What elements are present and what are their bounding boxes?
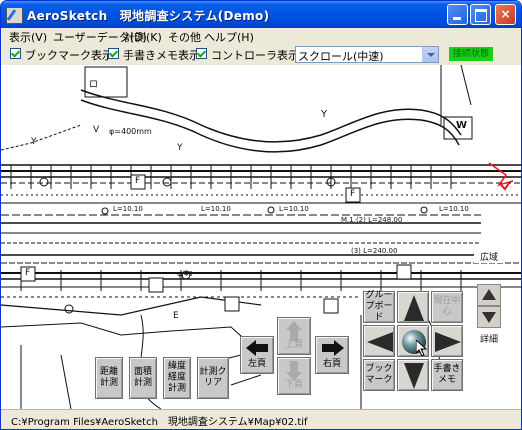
measure-clear-label: 計測クリア <box>199 367 227 388</box>
map-label-e: E <box>173 311 179 321</box>
group-board-button[interactable]: グループボード <box>363 291 395 323</box>
zoom-in-button[interactable] <box>477 284 501 306</box>
map-label-f2: F <box>350 189 356 199</box>
measure-area-button[interactable]: 面積計測 <box>129 357 157 399</box>
map-label-y3: Y <box>177 143 183 153</box>
title-bar[interactable]: AeroSketch 現地調査システム(Demo) × <box>1 1 521 28</box>
controller-show-label: コントローラ表示 <box>211 49 299 62</box>
scroll-speed-value: スクロール(中速) <box>298 50 384 63</box>
map-label-box: ロ <box>89 80 99 90</box>
minimize-button[interactable] <box>447 4 468 25</box>
right-page-label: 右頁 <box>322 359 341 369</box>
measure-distance-button[interactable]: 距離計測 <box>95 357 123 399</box>
up-arrow-icon <box>286 321 302 341</box>
app-pen-icon <box>6 7 23 24</box>
app-window: AeroSketch 現地調査システム(Demo) × 表示(V) ユーザーデー… <box>0 0 522 430</box>
handwritten-memo-button[interactable]: 手書きメモ <box>431 359 463 391</box>
memo-show-label: 手書きメモ表示 <box>123 49 200 62</box>
group-board-label: グループボード <box>365 290 393 323</box>
map-view[interactable]: ロ φ=400mm Y Y Y W V F F F E L=10.10 L=10… <box>1 65 521 409</box>
right-triangle-icon <box>435 332 461 352</box>
down-page-button[interactable]: 下頁 <box>277 357 311 395</box>
controller-show-checkbox[interactable] <box>196 48 207 59</box>
zoom-detail-label: 詳細 <box>474 332 504 345</box>
up-page-button[interactable]: 上頁 <box>277 317 311 355</box>
zoom-out-button[interactable] <box>477 306 501 328</box>
map-label-dim3: L=10.10 <box>279 205 309 213</box>
minimize-icon <box>453 17 461 20</box>
mouse-cursor-icon <box>416 340 428 356</box>
left-arrow-icon <box>246 340 268 356</box>
map-label-v: V <box>93 125 100 135</box>
map-label-w: W <box>456 120 468 131</box>
close-icon: × <box>500 7 511 21</box>
measure-latlon-label: 緯度経度計測 <box>167 361 186 394</box>
measure-area-label: 面積計測 <box>133 367 152 388</box>
pan-right-button[interactable] <box>431 325 463 357</box>
bookmark-show-label: ブックマーク表示 <box>25 49 113 62</box>
bookmark-button[interactable]: ブックマーク <box>363 359 395 391</box>
right-page-button[interactable]: 右頁 <box>315 336 349 374</box>
menu-bar: 表示(V) ユーザーデータ(D) 計測(K) その他 ヘルプ(H) <box>1 28 521 45</box>
memo-show-checkbox[interactable] <box>108 48 119 59</box>
status-file-path: C:¥Program Files¥AeroSketch 現地調査システム¥Map… <box>11 417 308 428</box>
measure-distance-label: 距離計測 <box>99 367 118 388</box>
scroll-speed-select[interactable]: スクロール(中速) <box>295 46 439 63</box>
map-label-route1: M.1.(2) L=248.00 <box>341 216 403 224</box>
toolbar: ブックマーク表示 手書きメモ表示 コントローラ表示 スクロール(中速) 接続状態 <box>1 45 521 65</box>
map-label-y1: Y <box>31 137 37 147</box>
pan-left-button[interactable] <box>363 325 395 357</box>
pan-up-button[interactable] <box>397 291 429 323</box>
maximize-icon <box>475 9 487 22</box>
measure-clear-button[interactable]: 計測クリア <box>197 357 229 399</box>
down-page-label: 下頁 <box>284 380 303 390</box>
left-triangle-icon <box>367 332 393 352</box>
up-page-label: 上頁 <box>284 340 303 350</box>
up-triangle-icon <box>404 295 424 321</box>
map-label-offset: φ.40 <box>177 270 193 278</box>
handwritten-memo-label: 手書きメモ <box>433 364 461 385</box>
menu-view[interactable]: 表示(V) <box>9 29 47 45</box>
map-label-f1: F <box>135 176 141 186</box>
current-center-button[interactable]: 現在中心 <box>431 291 463 323</box>
map-label-route2: (3) L=240.00 <box>351 247 398 255</box>
down-triangle-icon <box>404 363 424 389</box>
current-center-label: 現在中心 <box>433 296 461 317</box>
chevron-down-icon[interactable] <box>422 47 438 62</box>
status-lamp: 接続状態 <box>449 47 493 61</box>
right-arrow-icon <box>322 340 344 356</box>
map-label-dim4: L=10.10 <box>439 205 469 213</box>
map-label-f3: F <box>25 268 31 278</box>
maximize-button[interactable] <box>470 4 491 25</box>
menu-other[interactable]: その他 <box>168 29 201 45</box>
center-button[interactable] <box>397 325 429 357</box>
map-label-dim2: L=10.10 <box>201 205 231 213</box>
bookmark-show-checkbox[interactable] <box>10 48 21 59</box>
window-title: AeroSketch 現地調査システム(Demo) <box>27 9 270 23</box>
map-label-dim1: L=10.10 <box>113 205 143 213</box>
measure-latlon-button[interactable]: 緯度経度計測 <box>163 357 191 399</box>
pan-down-button[interactable] <box>397 359 429 391</box>
menu-help[interactable]: ヘルプ(H) <box>204 29 254 45</box>
down-arrow-icon <box>286 361 302 381</box>
map-label-y2: Y <box>321 109 328 120</box>
left-page-button[interactable]: 左頁 <box>240 336 274 374</box>
menu-measure[interactable]: 計測(K) <box>124 29 162 45</box>
map-label-diameter: φ=400mm <box>109 127 152 136</box>
zoom-wide-label: 広域 <box>474 250 504 263</box>
bookmark-label: ブックマーク <box>365 364 393 385</box>
left-page-label: 左頁 <box>247 359 266 369</box>
status-bar: C:¥Program Files¥AeroSketch 現地調査システム¥Map… <box>1 409 521 429</box>
close-button[interactable]: × <box>495 4 516 25</box>
